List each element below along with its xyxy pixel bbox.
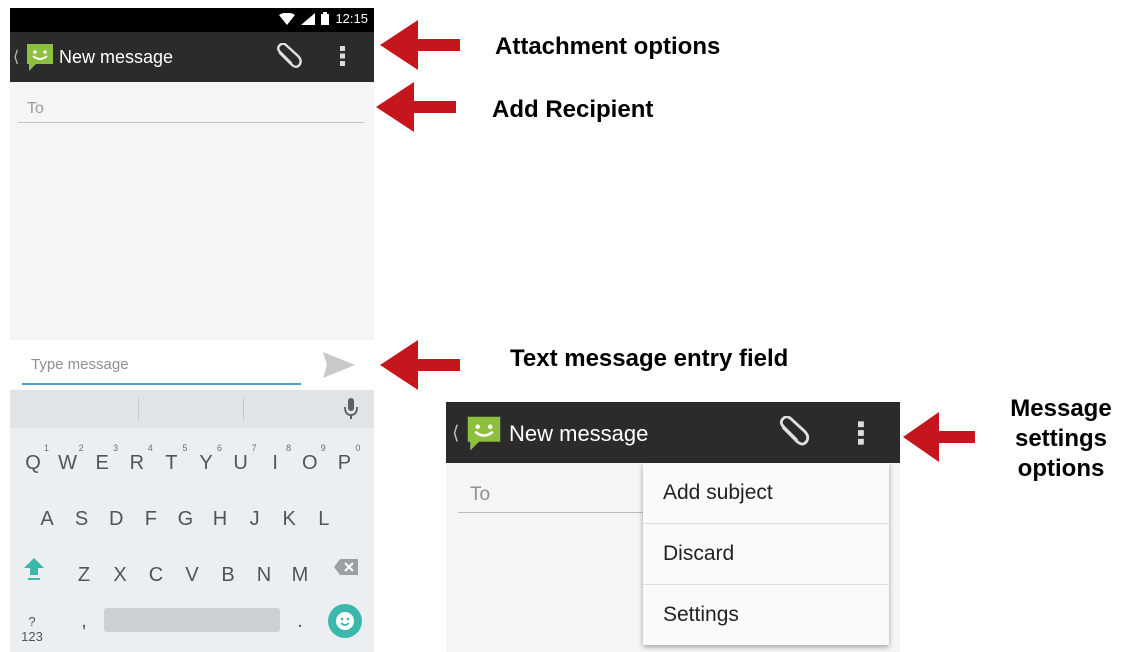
key-z[interactable]: Z [70, 564, 98, 587]
back-chevron-icon[interactable]: ⟨ [13, 47, 19, 67]
overflow-menu: Add subject Discard Settings [643, 463, 889, 645]
key-hint: 7 [251, 443, 257, 453]
inset-action-bar: ⟨ New message [446, 402, 900, 463]
action-bar: ⟨ New message [10, 32, 374, 82]
recipient-field[interactable]: To [18, 96, 364, 123]
key-c[interactable]: C [142, 564, 170, 587]
text-entry-arrow-icon [380, 340, 460, 390]
label-add-recipient: Add Recipient [492, 96, 654, 123]
key-hint: 8 [286, 443, 292, 453]
key-f[interactable]: F [137, 508, 165, 531]
suggestion-divider [138, 398, 139, 420]
clock: 12:15 [335, 11, 368, 26]
key-a[interactable]: A [33, 508, 61, 531]
suggestion-divider [243, 398, 244, 420]
signal-icon [301, 12, 316, 25]
inset-recipient-placeholder: To [470, 484, 491, 505]
key-i[interactable]: I8 [261, 443, 291, 475]
settings-menu-inset: ⟨ New message To Add subject Discard Set… [446, 402, 900, 652]
attachment-arrow-icon [380, 20, 460, 70]
backspace-icon[interactable] [332, 558, 360, 582]
action-bar-title: New message [59, 47, 174, 67]
key-hint: 0 [355, 443, 361, 453]
label-settings-line-1: Message [1010, 395, 1112, 422]
key-o[interactable]: O9 [296, 443, 326, 475]
key-g[interactable]: G [171, 508, 199, 531]
label-message-settings-options: Message settings options [1000, 394, 1122, 484]
back-chevron-icon[interactable]: ⟨ [452, 422, 459, 445]
key-s[interactable]: S [68, 508, 96, 531]
key-hint: 3 [113, 443, 119, 453]
wifi-icon [279, 12, 296, 25]
key-x[interactable]: X [106, 564, 134, 587]
period-key[interactable]: . [286, 610, 314, 633]
label-attachment-options: Attachment options [495, 33, 721, 60]
label-text-entry-field: Text message entry field [510, 345, 789, 372]
key-h[interactable]: H [206, 508, 234, 531]
label-settings-line-3: options [1017, 455, 1105, 482]
menu-item-settings[interactable]: Settings [643, 585, 889, 645]
key-d[interactable]: D [102, 508, 130, 531]
space-bar[interactable] [104, 608, 280, 632]
smiley-icon [336, 612, 354, 630]
menu-item-add-subject[interactable]: Add subject [643, 463, 889, 524]
key-m[interactable]: M [286, 564, 314, 587]
microphone-icon[interactable] [344, 398, 358, 425]
key-hint: 1 [43, 443, 49, 453]
inset-recipient-field[interactable]: To [458, 482, 648, 513]
suggestion-strip [10, 390, 374, 428]
key-b[interactable]: B [214, 564, 242, 587]
key-e[interactable]: E3 [88, 443, 119, 475]
soft-keyboard: Q1W2E3R4T5Y6U7I8O9P0 ASDFGHJKL ZXCVBNM ?… [10, 390, 374, 652]
key-l[interactable]: L [310, 508, 338, 531]
key-hint: 4 [147, 443, 153, 453]
label-settings-line-2: settings [1014, 425, 1107, 452]
messaging-logo-icon[interactable] [464, 413, 504, 458]
menu-item-label: Add subject [663, 481, 773, 504]
key-j[interactable]: J [241, 508, 269, 531]
paperclip-icon[interactable] [274, 42, 304, 76]
key-hint: 9 [320, 443, 326, 453]
key-n[interactable]: N [250, 564, 278, 587]
key-k[interactable]: K [275, 508, 303, 531]
inset-action-bar-title: New message [509, 421, 649, 446]
message-placeholder: Type message [31, 356, 129, 373]
recipient-area: To [10, 82, 374, 340]
key-u[interactable]: U7 [227, 443, 256, 475]
recipient-placeholder: To [27, 100, 44, 117]
status-bar: 12:15 [10, 8, 374, 32]
key-w[interactable]: W2 [54, 443, 83, 475]
menu-item-label: Settings [663, 603, 739, 626]
compose-bar: Type message [10, 340, 374, 390]
emoji-key[interactable] [328, 604, 362, 638]
menu-item-label: Discard [663, 542, 735, 565]
key-hint: 5 [182, 443, 188, 453]
key-q[interactable]: Q1 [19, 443, 49, 475]
settings-arrow-icon [903, 412, 975, 462]
comma-key[interactable]: , [70, 610, 98, 633]
key-r[interactable]: R4 [123, 443, 153, 475]
phone-screenshot: 12:15 ⟨ New message To Type message Q 1 … [10, 8, 374, 652]
key-hint: 6 [216, 443, 222, 453]
key-y[interactable]: Y6 [192, 443, 222, 475]
symbols-key[interactable]: ?123 [18, 614, 46, 644]
message-input[interactable]: Type message [22, 350, 301, 385]
overflow-menu-icon[interactable] [858, 420, 865, 451]
paperclip-icon[interactable] [776, 415, 812, 454]
key-hint: 2 [78, 443, 84, 453]
recipient-arrow-icon [376, 82, 456, 132]
key-t[interactable]: T5 [157, 443, 187, 475]
overflow-menu-icon[interactable] [340, 46, 346, 71]
shift-icon[interactable] [20, 556, 48, 588]
key-v[interactable]: V [178, 564, 206, 587]
send-icon[interactable] [323, 352, 355, 383]
messaging-logo-icon[interactable] [24, 41, 56, 78]
battery-icon [321, 12, 330, 25]
menu-item-discard[interactable]: Discard [643, 524, 889, 585]
key-p[interactable]: P0 [330, 443, 361, 475]
